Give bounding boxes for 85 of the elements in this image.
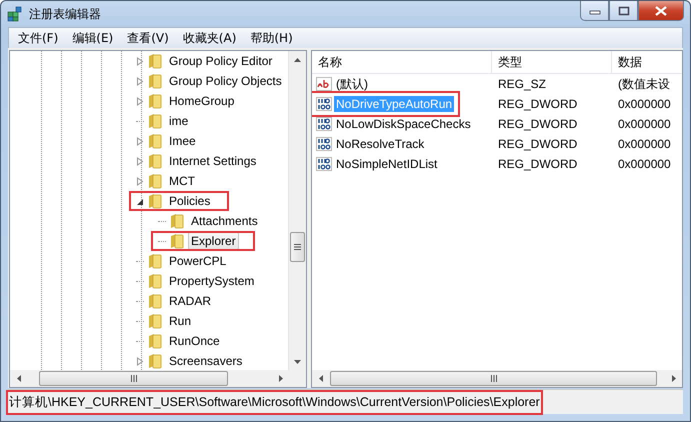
grip-icon[interactable]	[130, 375, 136, 382]
folder-icon	[170, 233, 184, 249]
scroll-up-icon[interactable]	[294, 58, 301, 62]
tree-item[interactable]: HomeGroup	[166, 92, 238, 110]
tree-item[interactable]: Imee	[166, 132, 199, 150]
status-bar-path: 计算机\HKEY_CURRENT_USER\Software\Microsoft\Windows\CurrentVersion\Policies\Explorer	[8, 392, 541, 412]
folder-icon	[148, 153, 162, 169]
tree-item[interactable]: Group Policy Editor	[166, 52, 276, 70]
close-icon	[654, 6, 668, 16]
table-cell-text: (数值未设	[617, 76, 671, 92]
registry-cubes-icon	[7, 6, 23, 22]
grip-icon[interactable]	[294, 244, 301, 250]
folder-icon	[148, 353, 162, 369]
folder-icon	[148, 273, 162, 289]
value-name[interactable]: (默认)	[334, 74, 370, 94]
string-value-icon	[316, 77, 332, 91]
table-cell-text: 0x000000	[617, 97, 672, 111]
folder-icon	[148, 333, 162, 349]
scroll-right-icon[interactable]	[278, 375, 282, 382]
folder-icon	[148, 173, 162, 189]
scroll-left-icon[interactable]	[318, 375, 322, 382]
binary-value-icon	[316, 136, 332, 150]
expand-arrow-icon[interactable]	[134, 56, 146, 66]
tree-item[interactable]: Group Policy Objects	[166, 72, 285, 90]
table-cell-text: REG_DWORD	[497, 137, 578, 151]
folder-icon	[148, 53, 162, 69]
vertical-scrollbar[interactable]	[288, 51, 306, 370]
value-name[interactable]: NoResolveTrack	[334, 136, 426, 152]
column-header[interactable]: 类型	[492, 51, 612, 73]
column-header[interactable]: 名称	[312, 51, 492, 73]
table-cell-text: REG_DWORD	[497, 97, 578, 111]
tree-item[interactable]: PropertySystem	[166, 272, 258, 290]
tree-item[interactable]: MCT	[166, 172, 198, 190]
maximize-button[interactable]	[609, 1, 638, 21]
tree-item[interactable]: RunOnce	[166, 332, 223, 350]
table-cell-text: REG_DWORD	[497, 157, 578, 171]
tree-item[interactable]: RADAR	[166, 292, 214, 310]
folder-icon	[148, 293, 162, 309]
expand-arrow-icon[interactable]	[134, 356, 146, 366]
tree-item[interactable]: Attachments	[188, 212, 261, 230]
menu-item[interactable]: 帮助(H)	[243, 30, 300, 46]
minimize-button[interactable]	[580, 1, 609, 21]
scroll-left-icon[interactable]	[16, 375, 20, 382]
horizontal-scrollbar[interactable]	[312, 370, 682, 387]
expand-arrow-icon[interactable]	[134, 176, 146, 186]
folder-icon	[170, 213, 184, 229]
table-cell-text: 0x000000	[617, 137, 672, 151]
folder-icon	[148, 93, 162, 109]
expand-arrow-icon[interactable]	[134, 156, 146, 166]
binary-value-icon	[316, 96, 332, 110]
tree-item[interactable]: Policies	[166, 192, 214, 210]
column-header[interactable]: 数据	[612, 51, 682, 73]
folder-icon	[148, 113, 162, 129]
tree-item[interactable]: ime	[166, 112, 192, 130]
folder-icon	[148, 193, 162, 209]
binary-value-icon	[316, 156, 332, 170]
tree-item[interactable]: PowerCPL	[166, 252, 230, 270]
close-button[interactable]	[638, 1, 684, 21]
tree-item[interactable]: Internet Settings	[166, 152, 260, 170]
tree-item[interactable]: Screensavers	[166, 352, 246, 370]
expand-arrow-icon[interactable]	[134, 76, 146, 86]
folder-icon	[148, 253, 162, 269]
maximize-icon	[618, 6, 630, 16]
value-name[interactable]: NoSimpleNetIDList	[334, 156, 440, 172]
scroll-right-icon[interactable]	[672, 375, 676, 382]
menu-item[interactable]: 收藏夹(A)	[176, 30, 244, 46]
grip-icon[interactable]	[490, 375, 496, 382]
menu-item[interactable]: 查看(V)	[120, 30, 176, 46]
window-title: 注册表编辑器	[29, 6, 101, 22]
scroll-down-icon[interactable]	[294, 360, 301, 364]
table-cell-text: REG_DWORD	[497, 117, 578, 131]
expand-arrow-icon[interactable]	[134, 136, 146, 146]
tree-item[interactable]: Run	[166, 312, 194, 330]
folder-icon	[148, 73, 162, 89]
menu-item[interactable]: 文件(F)	[11, 30, 66, 46]
table-cell-text: REG_SZ	[497, 77, 548, 91]
binary-value-icon	[316, 116, 332, 130]
horizontal-scrollbar[interactable]	[10, 370, 306, 387]
folder-icon	[148, 313, 162, 329]
table-cell-text: 0x000000	[617, 157, 672, 171]
menu-item[interactable]: 编辑(E)	[65, 30, 120, 46]
folder-icon	[148, 133, 162, 149]
value-name[interactable]: NoLowDiskSpaceChecks	[334, 116, 473, 132]
expand-arrow-icon[interactable]	[134, 96, 146, 106]
table-cell-text: 0x000000	[617, 117, 672, 131]
